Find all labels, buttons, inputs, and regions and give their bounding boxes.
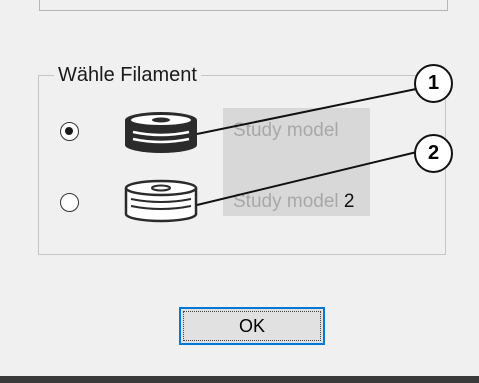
radio-selected-dot	[65, 127, 73, 135]
radio-study-model-2[interactable]	[60, 193, 79, 212]
ok-button-label: OK	[238, 316, 265, 336]
callout-badge-1: 1	[414, 64, 453, 103]
option-label-study-model[interactable]: Study model	[233, 120, 339, 142]
upper-panel	[39, 0, 448, 11]
filament-spool-outline-icon	[124, 179, 198, 223]
radio-study-model[interactable]	[60, 122, 79, 141]
callout-badge-2: 2	[414, 134, 453, 173]
option-label-study-model-2[interactable]: Study model 2	[233, 191, 354, 213]
ok-button[interactable]: OK	[179, 307, 325, 345]
groupbox-title: Wähle Filament	[54, 64, 201, 86]
filament-spool-filled-icon	[125, 112, 197, 153]
window-bottom-edge	[0, 376, 479, 383]
